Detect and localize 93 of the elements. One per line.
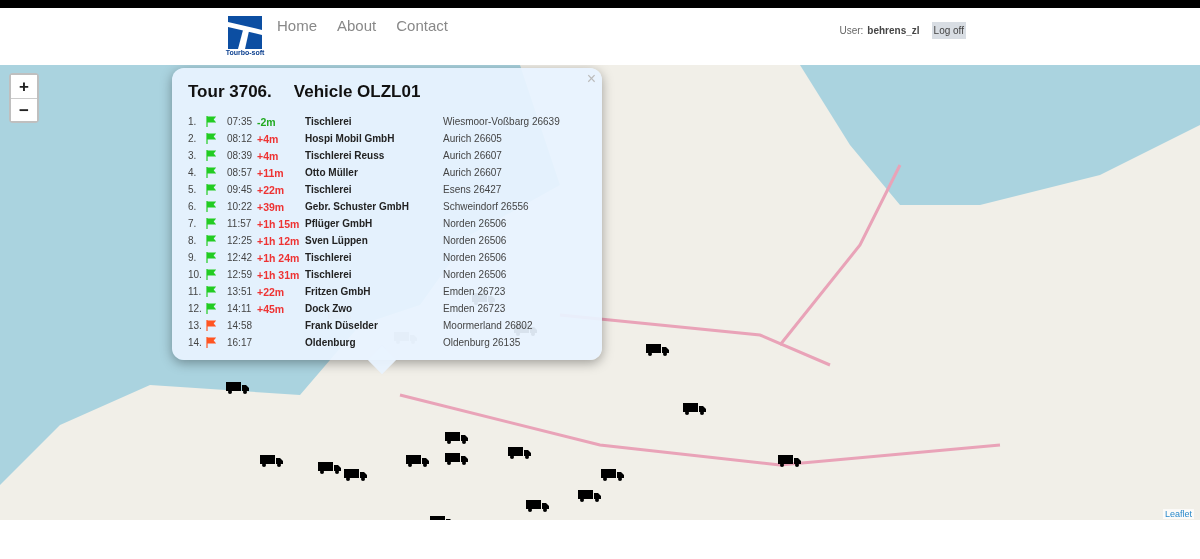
stop-number: 13. bbox=[188, 320, 203, 331]
stop-name: Tischlerei Reuss bbox=[305, 150, 386, 161]
stop-delay: +22m bbox=[257, 285, 286, 298]
truck-icon[interactable] bbox=[578, 490, 602, 502]
stop-name: Hospi Mobil GmbH bbox=[305, 133, 396, 144]
nav-link[interactable]: Contact bbox=[396, 17, 448, 34]
stop-number: 11. bbox=[188, 286, 203, 297]
stop-delay: +1h 24m bbox=[257, 251, 301, 264]
stop-delay: +1h 15m bbox=[257, 217, 301, 230]
stop-name: Otto Müller bbox=[305, 167, 359, 178]
truck-icon[interactable] bbox=[445, 453, 469, 465]
stop-name: Frank Düselder bbox=[305, 320, 379, 331]
truck-icon[interactable] bbox=[646, 344, 670, 356]
truck-icon[interactable] bbox=[683, 403, 707, 415]
stop-name: Tischlerei bbox=[305, 116, 353, 127]
user-label: User: bbox=[839, 25, 864, 36]
truck-icon[interactable] bbox=[406, 455, 430, 467]
truck-icon[interactable] bbox=[260, 455, 284, 467]
stop-name: Sven Lüppen bbox=[305, 235, 369, 246]
stop-name: Fritzen GmbH bbox=[305, 286, 372, 297]
stop-number: 4. bbox=[188, 167, 198, 178]
stop-delay: +45m bbox=[257, 302, 286, 315]
stop-address: Aurich 26607 bbox=[443, 150, 503, 161]
stop-name: Tischlerei bbox=[305, 184, 353, 195]
stop-number: 12. bbox=[188, 303, 203, 314]
stop-number: 6. bbox=[188, 201, 198, 212]
truck-icon[interactable] bbox=[226, 382, 250, 394]
stop-time: 16:17 bbox=[227, 337, 254, 348]
stop-number: 1. bbox=[188, 116, 198, 127]
username: behrens_zl bbox=[867, 25, 920, 36]
stop-address: Emden 26723 bbox=[443, 286, 507, 297]
stop-name: Gebr. Schuster GmbH bbox=[305, 201, 410, 212]
stop-time: 07:35 bbox=[227, 116, 254, 127]
stop-name: Tischlerei bbox=[305, 252, 353, 263]
stop-number: 2. bbox=[188, 133, 198, 144]
stop-address: Aurich 26607 bbox=[443, 167, 503, 178]
stop-number: 8. bbox=[188, 235, 198, 246]
truck-icon[interactable] bbox=[445, 432, 469, 444]
stop-number: 7. bbox=[188, 218, 198, 229]
stop-time: 12:59 bbox=[227, 269, 254, 280]
stop-time: 08:12 bbox=[227, 133, 254, 144]
stop-address: Moormerland 26802 bbox=[443, 320, 534, 331]
nav-link[interactable]: Home bbox=[277, 17, 317, 34]
stop-time: 14:11 bbox=[227, 303, 253, 314]
stop-delay: +39m bbox=[257, 200, 286, 213]
stop-address: Esens 26427 bbox=[443, 184, 503, 195]
truck-icon[interactable] bbox=[601, 469, 625, 481]
stop-delay: +4m bbox=[257, 149, 280, 162]
stop-delay: +11m bbox=[257, 166, 285, 179]
stop-time: 10:22 bbox=[227, 201, 254, 212]
stop-time: 08:39 bbox=[227, 150, 254, 161]
stop-delay: +22m bbox=[257, 183, 286, 196]
stop-address: Norden 26506 bbox=[443, 252, 508, 263]
truck-icon[interactable] bbox=[778, 455, 802, 467]
stop-delay: -2m bbox=[257, 115, 277, 128]
stop-time: 08:57 bbox=[227, 167, 254, 178]
stop-number: 3. bbox=[188, 150, 198, 161]
stop-address: Oldenburg 26135 bbox=[443, 337, 522, 348]
truck-icon[interactable] bbox=[318, 462, 342, 474]
logoff-button[interactable]: Log off bbox=[931, 22, 966, 39]
truck-icon[interactable] bbox=[526, 500, 550, 512]
stop-number: 5. bbox=[188, 184, 198, 195]
stop-address: Wiesmoor-Voßbarg 26639 bbox=[443, 116, 561, 127]
stop-address: Norden 26506 bbox=[443, 235, 508, 246]
stop-time: 12:25 bbox=[227, 235, 254, 246]
zoom-out-button[interactable]: − bbox=[11, 98, 37, 121]
stop-name: Tischlerei bbox=[305, 269, 353, 280]
stop-time: 11:57 bbox=[227, 218, 253, 229]
stop-number: 9. bbox=[188, 252, 198, 263]
logo-icon bbox=[228, 16, 262, 49]
stop-delay: +4m bbox=[257, 132, 280, 145]
truck-icon[interactable] bbox=[344, 469, 368, 481]
stop-time: 14:58 bbox=[227, 320, 254, 331]
stop-address: Norden 26506 bbox=[443, 269, 508, 280]
stop-address: Norden 26506 bbox=[443, 218, 508, 229]
stop-address: Emden 26723 bbox=[443, 303, 507, 314]
stop-name: Oldenburg bbox=[305, 337, 357, 348]
stop-delay: +1h 12m bbox=[257, 234, 301, 247]
attribution-link[interactable]: Leaflet bbox=[1162, 509, 1194, 519]
stop-time: 13:51 bbox=[227, 286, 254, 297]
stop-delay: +1h 31m bbox=[257, 268, 301, 281]
stop-time: 12:42 bbox=[227, 252, 254, 263]
stop-name: Pflüger GmbH bbox=[305, 218, 374, 229]
stop-number: 14. bbox=[188, 337, 203, 348]
tour-title: Tour 3706. bbox=[188, 82, 272, 102]
stop-number: 10. bbox=[188, 269, 203, 280]
stop-address: Schweindorf 26556 bbox=[443, 201, 530, 212]
stop-time: 09:45 bbox=[227, 184, 254, 195]
nav-link[interactable]: About bbox=[337, 17, 377, 34]
stop-name: Dock Zwo bbox=[305, 303, 354, 314]
vehicle-title: Vehicle OLZL01 bbox=[293, 82, 421, 102]
truck-icon[interactable] bbox=[508, 447, 532, 459]
stop-address: Aurich 26605 bbox=[443, 133, 503, 144]
